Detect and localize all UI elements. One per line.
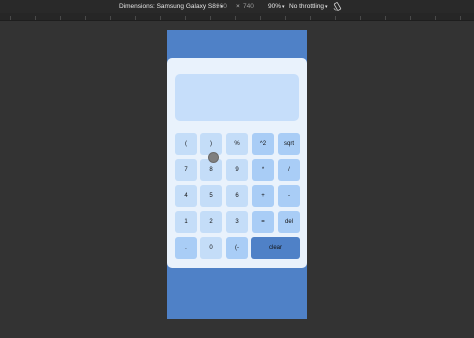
height-input[interactable]: 740 (243, 3, 254, 10)
device-dropdown[interactable]: Dimensions: Samsung Galaxy S8+▾ (119, 3, 223, 10)
key-divide[interactable]: / (278, 159, 300, 181)
key-sqrt[interactable]: sqrt (278, 133, 300, 155)
device-viewport: ( ) % ^2 sqrt 7 8 9 * / 4 5 6 + - 1 2 3 … (167, 30, 307, 319)
calculator-keypad: ( ) % ^2 sqrt 7 8 9 * / 4 5 6 + - 1 2 3 … (167, 58, 307, 268)
key-minus[interactable]: - (278, 185, 300, 207)
chevron-down-icon: ▾ (325, 4, 328, 10)
chevron-down-icon: ▾ (282, 4, 285, 10)
width-input[interactable]: 360 (216, 3, 227, 10)
key-delete[interactable]: del (278, 211, 300, 233)
key-negate[interactable]: (- (226, 237, 248, 259)
key-1[interactable]: 1 (175, 211, 197, 233)
throttling-dropdown[interactable]: No throttling▾ (289, 3, 328, 10)
key-3[interactable]: 3 (226, 211, 248, 233)
key-4[interactable]: 4 (175, 185, 197, 207)
key-9[interactable]: 9 (226, 159, 248, 181)
throttling-label: No throttling (289, 3, 325, 10)
key-square[interactable]: ^2 (252, 133, 274, 155)
key-2[interactable]: 2 (200, 211, 222, 233)
calculator: ( ) % ^2 sqrt 7 8 9 * / 4 5 6 + - 1 2 3 … (167, 58, 307, 268)
key-5[interactable]: 5 (200, 185, 222, 207)
touch-cursor-indicator (208, 152, 219, 163)
key-equals[interactable]: = (252, 211, 274, 233)
key-7[interactable]: 7 (175, 159, 197, 181)
device-dropdown-label: Dimensions: Samsung Galaxy S8+ (119, 3, 220, 10)
key-open-paren[interactable]: ( (175, 133, 197, 155)
rotate-icon[interactable] (333, 2, 342, 11)
key-percent[interactable]: % (226, 133, 248, 155)
key-6[interactable]: 6 (226, 185, 248, 207)
key-multiply[interactable]: * (252, 159, 274, 181)
zoom-label: 90% (268, 3, 282, 10)
key-dot[interactable]: . (175, 237, 197, 259)
width-ruler (0, 13, 474, 21)
key-clear[interactable]: clear (251, 237, 300, 259)
zoom-dropdown[interactable]: 90%▾ (268, 3, 285, 10)
devtools-device-toolbar: Dimensions: Samsung Galaxy S8+▾ 360 × 74… (0, 0, 474, 13)
key-plus[interactable]: + (252, 185, 274, 207)
dimension-separator: × (236, 3, 240, 10)
key-0[interactable]: 0 (200, 237, 222, 259)
